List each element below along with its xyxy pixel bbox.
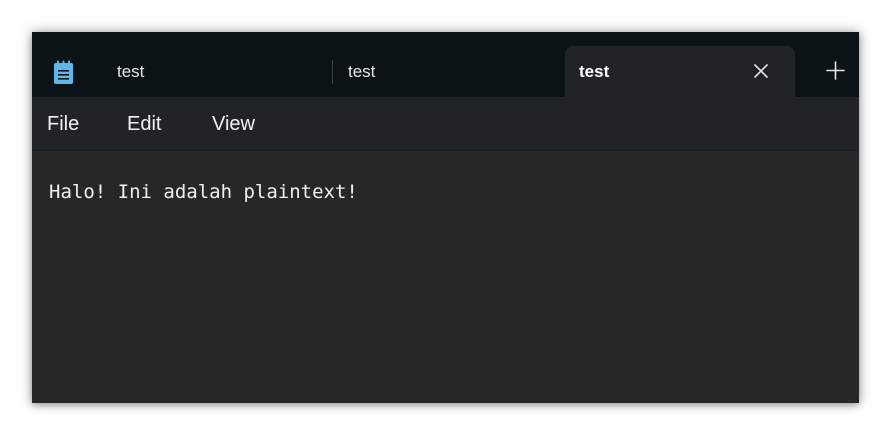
menu-bar: File Edit View (32, 97, 859, 151)
tab-label: test (348, 61, 376, 81)
text-editor[interactable]: Halo! Ini adalah plaintext! (32, 151, 859, 403)
tab-2[interactable]: test (333, 46, 565, 97)
plus-icon[interactable] (826, 61, 845, 80)
tab-active[interactable]: test (565, 46, 795, 97)
tab-1[interactable]: test (103, 46, 332, 97)
menu-edit[interactable]: Edit (127, 97, 161, 150)
notepad-window: test test test File Edit View Halo! Ini … (32, 32, 859, 403)
editor-content: Halo! Ini adalah plaintext! (49, 181, 358, 203)
tab-label: test (117, 61, 145, 81)
close-icon[interactable] (753, 63, 769, 79)
menu-file[interactable]: File (47, 97, 79, 150)
tab-label: test (579, 61, 610, 81)
title-bar: test test test (32, 32, 859, 97)
notepad-icon (54, 60, 73, 84)
menu-view[interactable]: View (212, 97, 255, 150)
